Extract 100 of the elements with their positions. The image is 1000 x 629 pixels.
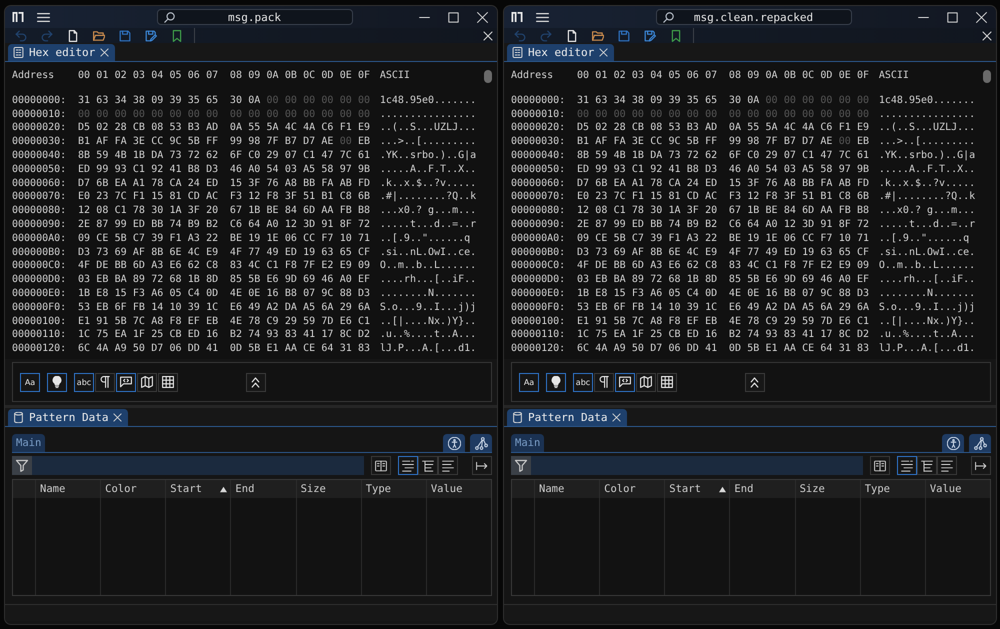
hex-byte: C1 xyxy=(266,260,279,272)
toggle-button[interactable] xyxy=(546,372,566,392)
view-mode-button[interactable] xyxy=(937,456,957,475)
column-header[interactable]: Start xyxy=(664,480,730,498)
column-header[interactable]: End xyxy=(230,480,296,498)
floppy-pencil-icon[interactable] xyxy=(145,30,157,42)
hex-byte: B2 xyxy=(705,219,718,232)
hex-byte: 19 xyxy=(303,246,316,259)
hex-byte: 16 xyxy=(266,288,279,300)
menu-icon[interactable] xyxy=(536,10,549,24)
collapse-button[interactable] xyxy=(246,372,266,392)
floppy-pencil-icon[interactable] xyxy=(644,30,656,42)
hex-byte: C1 xyxy=(857,316,870,328)
section-tab[interactable]: Main xyxy=(12,434,46,452)
toggle-button[interactable] xyxy=(636,372,656,392)
close-icon[interactable] xyxy=(100,48,110,57)
icon-tab[interactable] xyxy=(470,434,492,452)
map-icon xyxy=(640,376,652,388)
filter-input[interactable] xyxy=(32,456,364,475)
toggle-button[interactable]: Aa xyxy=(20,372,40,392)
view-mode-button[interactable] xyxy=(917,456,937,475)
folder-icon[interactable] xyxy=(592,30,604,42)
toggle-button[interactable] xyxy=(47,372,67,392)
expand-button[interactable] xyxy=(472,456,492,475)
close-icon[interactable] xyxy=(477,12,488,22)
file-icon[interactable] xyxy=(67,30,79,42)
toggle-button[interactable] xyxy=(615,372,635,392)
hex-byte: 61 xyxy=(857,150,870,162)
bookmark-icon[interactable] xyxy=(171,30,183,42)
editor-tab[interactable]: Hex editor xyxy=(8,44,116,61)
close-icon[interactable] xyxy=(483,30,493,40)
hex-byte: CE xyxy=(96,232,108,245)
column-heading: 00 xyxy=(577,70,590,82)
view-mode-button[interactable] xyxy=(418,456,438,475)
chevrons-up-icon xyxy=(249,376,262,388)
maximize-icon[interactable] xyxy=(448,12,459,22)
pattern-data-tab[interactable]: Pattern Data xyxy=(507,409,628,426)
column-header[interactable]: Size xyxy=(794,480,860,498)
column-header[interactable]: Name xyxy=(534,480,600,498)
ascii-text: ...>..[......... xyxy=(878,136,976,148)
column-header[interactable]: Type xyxy=(860,480,925,498)
hex-byte: 1B xyxy=(577,288,590,300)
column-heading: 00 xyxy=(78,70,90,82)
icon-tab[interactable] xyxy=(942,434,964,452)
bookmark-icon[interactable] xyxy=(670,30,682,42)
folder-icon[interactable] xyxy=(93,30,105,42)
toggle-button[interactable] xyxy=(137,372,157,392)
toggle-button[interactable] xyxy=(158,372,178,392)
maximize-icon[interactable] xyxy=(947,12,958,22)
scrollbar-thumb[interactable] xyxy=(484,70,492,83)
book-button[interactable] xyxy=(371,456,391,475)
hex-byte: 78 xyxy=(132,205,145,218)
hex-byte: BE xyxy=(728,232,741,245)
toggle-button[interactable]: abc xyxy=(573,372,593,392)
close-icon[interactable] xyxy=(113,413,122,422)
icon-tab[interactable] xyxy=(443,434,465,452)
toggle-button[interactable] xyxy=(95,372,115,392)
icon-tab[interactable] xyxy=(969,434,991,452)
column-heading: 07 xyxy=(705,70,718,82)
menu-icon[interactable] xyxy=(37,10,50,24)
column-header[interactable]: Value xyxy=(924,480,990,498)
close-icon[interactable] xyxy=(599,48,608,57)
hex-byte: 78 xyxy=(632,205,644,218)
column-header[interactable]: Name xyxy=(35,480,100,498)
hex-byte: 00 xyxy=(248,108,260,121)
scrollbar-thumb[interactable] xyxy=(983,70,991,83)
hex-byte: 30 xyxy=(650,205,662,218)
column-header[interactable]: Color xyxy=(100,480,166,498)
book-button[interactable] xyxy=(870,456,890,475)
toggle-button[interactable] xyxy=(594,372,614,392)
title-search-field[interactable]: msg.clean.repacked xyxy=(656,9,852,25)
filter-input[interactable] xyxy=(531,456,863,475)
column-header[interactable]: Size xyxy=(296,480,361,498)
toggle-button[interactable] xyxy=(657,372,677,392)
editor-tab[interactable]: Hex editor xyxy=(507,44,614,61)
pattern-data-tab[interactable]: Pattern Data xyxy=(8,409,128,426)
section-tab[interactable]: Main xyxy=(511,434,544,452)
collapse-button[interactable] xyxy=(744,372,764,392)
hex-byte: E9 xyxy=(206,246,218,259)
view-mode-button[interactable] xyxy=(897,456,917,475)
ascii-text: .....t...d..=..r xyxy=(380,219,476,232)
toggle-button[interactable]: abc xyxy=(74,372,94,392)
hex-byte: 31 xyxy=(838,343,851,356)
view-mode-button[interactable] xyxy=(438,456,458,475)
close-icon[interactable] xyxy=(976,12,987,22)
toggle-button[interactable]: Aa xyxy=(519,372,539,392)
ascii-text: 1c48.95e0....... xyxy=(380,94,476,107)
column-header[interactable]: Type xyxy=(360,480,426,498)
column-header[interactable]: Value xyxy=(426,480,491,498)
expand-button[interactable] xyxy=(971,456,991,475)
column-header[interactable]: End xyxy=(729,480,795,498)
file-icon[interactable] xyxy=(566,30,578,42)
ascii-text: .si..nL.OwI..ce. xyxy=(380,246,476,259)
column-header[interactable]: Start xyxy=(165,480,230,498)
toggle-button[interactable] xyxy=(116,372,136,392)
title-search-field[interactable]: msg.pack xyxy=(156,9,352,25)
view-mode-button[interactable] xyxy=(398,456,418,475)
close-icon[interactable] xyxy=(612,413,622,422)
column-header[interactable]: Color xyxy=(599,480,664,498)
close-icon[interactable] xyxy=(982,30,992,40)
